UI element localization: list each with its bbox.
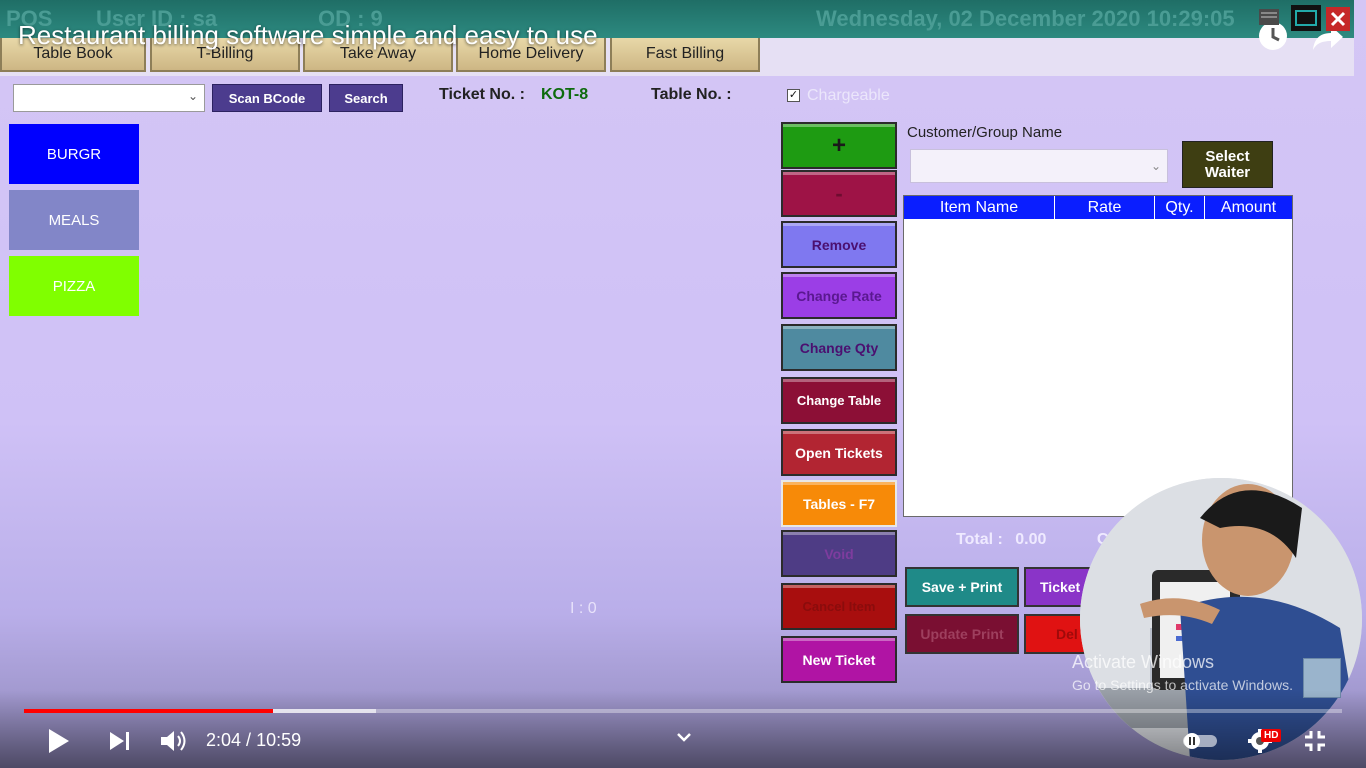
window-icon[interactable] xyxy=(1290,4,1322,32)
select-waiter-button[interactable]: Select Waiter xyxy=(1182,141,1273,188)
select-waiter-line2: Waiter xyxy=(1204,163,1251,181)
autoplay-toggle-icon[interactable] xyxy=(1182,731,1218,751)
chevron-down-icon[interactable] xyxy=(674,728,694,746)
table-no-label: Table No. : xyxy=(651,86,732,103)
total-label: Total : xyxy=(956,531,1003,548)
play-icon[interactable] xyxy=(44,726,74,756)
tables-f7-button[interactable]: Tables - F7 xyxy=(781,480,897,527)
reduce-qty-button[interactable]: - xyxy=(781,170,897,217)
new-ticket-button[interactable]: New Ticket xyxy=(781,636,897,683)
category-burgr[interactable]: BURGR xyxy=(9,124,139,184)
taskbar-grid-icon[interactable] xyxy=(1257,7,1281,27)
items-grid[interactable]: Item Name Rate Qty. Amount xyxy=(903,195,1293,517)
change-rate-button[interactable]: Change Rate xyxy=(781,272,897,319)
remove-button[interactable]: Remove xyxy=(781,221,897,268)
col-qty[interactable]: Qty. xyxy=(1155,196,1205,219)
change-table-button[interactable]: Change Table xyxy=(781,377,897,424)
ticket-no-label: Ticket No. : xyxy=(439,86,525,103)
open-tickets-button[interactable]: Open Tickets xyxy=(781,429,897,476)
ticket-no-value: KOT-8 xyxy=(541,86,589,103)
save-print-button[interactable]: Save + Print xyxy=(905,567,1019,607)
chevron-down-icon: ⌄ xyxy=(187,89,198,103)
activate-windows-title: Activate Windows xyxy=(1072,652,1215,672)
change-qty-button[interactable]: Change Qty xyxy=(781,324,897,371)
video-title[interactable]: Restaurant billing software simple and e… xyxy=(18,20,598,51)
category-meals[interactable]: MEALS xyxy=(9,190,139,250)
time-display: 2:04 / 10:59 xyxy=(206,730,301,751)
close-icon[interactable] xyxy=(1326,7,1350,31)
col-item-name[interactable]: Item Name xyxy=(904,196,1055,219)
search-button[interactable]: Search xyxy=(329,84,403,112)
total-display: Total : 0.00 C xyxy=(956,531,1108,549)
time-separator: / xyxy=(241,730,257,750)
void-button[interactable]: Void xyxy=(781,530,897,577)
time-current: 2:04 xyxy=(206,730,242,750)
volume-icon[interactable] xyxy=(158,726,188,756)
select-waiter-line1: Select xyxy=(1205,147,1250,165)
total-value: 0.00 xyxy=(1015,531,1047,548)
grid-header: Item Name Rate Qty. Amount xyxy=(904,196,1292,219)
scan-bcode-button[interactable]: Scan BCode xyxy=(212,84,322,112)
progress-played xyxy=(24,709,273,713)
customer-select[interactable]: ⌄ xyxy=(910,149,1168,183)
add-qty-button[interactable]: + xyxy=(781,122,897,169)
hd-badge: HD xyxy=(1261,729,1282,742)
exit-fullscreen-icon[interactable] xyxy=(1302,728,1328,754)
items-indicator: I : 0 xyxy=(570,600,597,617)
time-total: 10:59 xyxy=(256,730,302,750)
chargeable-label: Chargeable xyxy=(807,87,890,104)
category-pizza[interactable]: PIZZA xyxy=(9,256,139,316)
next-icon[interactable] xyxy=(106,728,134,754)
item-dropdown[interactable]: ⌄ xyxy=(13,84,205,112)
tab-fast-billing[interactable]: Fast Billing xyxy=(610,38,760,72)
chargeable-checkbox[interactable]: ✓ xyxy=(787,89,800,102)
cancel-item-button[interactable]: Cancel Item xyxy=(781,583,897,630)
col-amount[interactable]: Amount xyxy=(1205,196,1292,219)
col-rate[interactable]: Rate xyxy=(1055,196,1155,219)
chevron-down-icon: ⌄ xyxy=(1150,159,1161,173)
datetime-label: Wednesday, 02 December 2020 10:29:05 xyxy=(816,6,1235,31)
update-print-button[interactable]: Update Print xyxy=(905,614,1019,654)
customer-group-label: Customer/Group Name xyxy=(907,124,1063,141)
